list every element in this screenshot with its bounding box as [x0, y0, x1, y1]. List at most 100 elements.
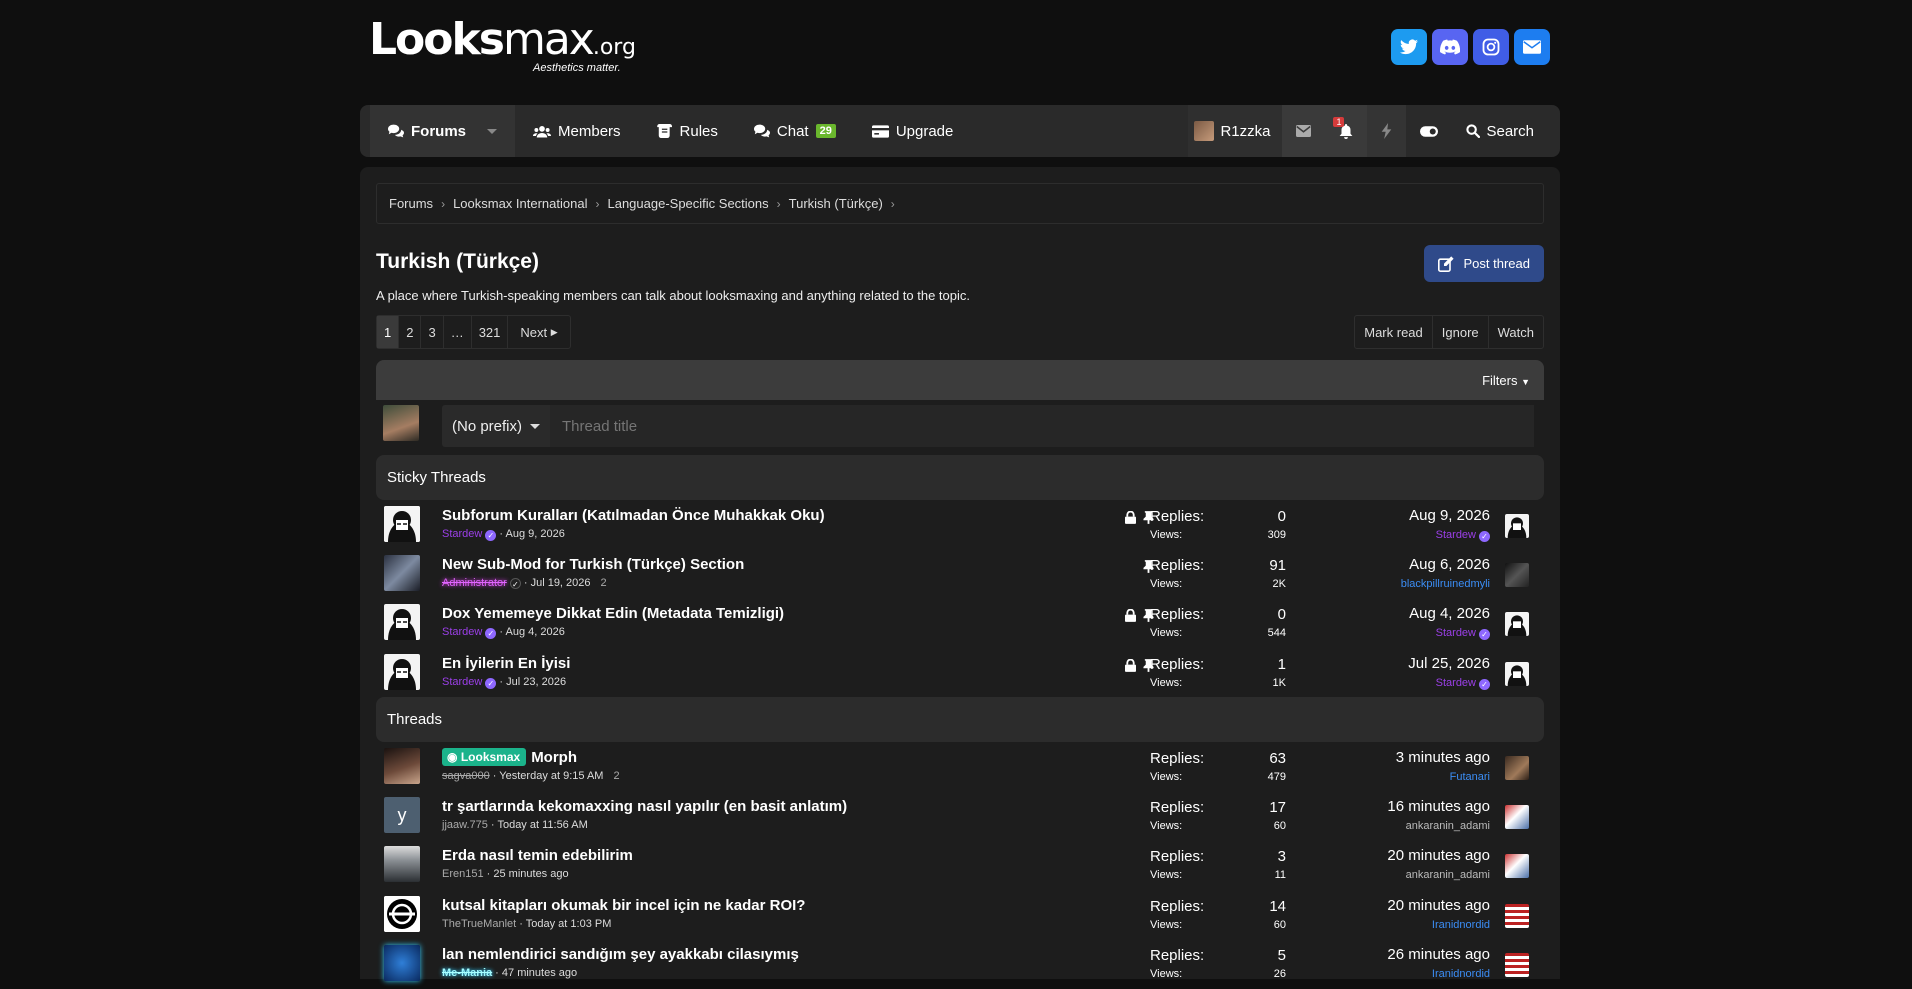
avatar[interactable]: [384, 555, 420, 592]
nav-members[interactable]: Members: [515, 105, 639, 157]
ignore-button[interactable]: Ignore: [1433, 316, 1489, 348]
thread-author[interactable]: TheTrueManlet: [442, 918, 516, 930]
avatar[interactable]: [384, 944, 420, 981]
alerts-button[interactable]: 1: [1325, 105, 1368, 157]
last-poster[interactable]: Stardew: [1436, 627, 1476, 639]
page-ellipsis[interactable]: …: [444, 316, 472, 348]
thread-page-count[interactable]: 2: [613, 770, 619, 782]
thread-author[interactable]: Stardew: [442, 528, 482, 540]
thread-meta: Stardew ✓ · Aug 9, 2026: [442, 528, 565, 541]
last-poster[interactable]: Futanari: [1450, 771, 1490, 783]
avatar[interactable]: [384, 748, 420, 784]
avatar[interactable]: [384, 653, 420, 690]
thread-title-link[interactable]: tr şartlarında kekomaxxing nasıl yapılır…: [442, 798, 847, 815]
page-last[interactable]: 321: [472, 316, 509, 348]
thread-author[interactable]: Administrator: [442, 577, 507, 589]
whats-new-button[interactable]: [1367, 105, 1407, 157]
thread-author[interactable]: Stardew: [442, 626, 482, 638]
views-count: 11: [1274, 869, 1286, 882]
last-post-date[interactable]: Jul 25, 2026: [1408, 655, 1490, 672]
nav-forums[interactable]: Forums: [370, 105, 516, 157]
last-poster[interactable]: blackpillruinedmyli: [1401, 578, 1490, 590]
last-poster[interactable]: Iranidnordid: [1432, 919, 1490, 931]
thread-author[interactable]: Me-Mania: [442, 967, 492, 979]
thread-title-link[interactable]: Dox Yememeye Dikkat Edin (Metadata Temiz…: [442, 605, 784, 622]
last-post-date[interactable]: 20 minutes ago: [1387, 897, 1490, 914]
mark-read-button[interactable]: Mark read: [1355, 316, 1433, 348]
avatar[interactable]: [1505, 854, 1529, 879]
breadcrumb-forums[interactable]: Forums: [389, 196, 433, 211]
nav-upgrade[interactable]: Upgrade: [854, 105, 972, 157]
thread-title-link[interactable]: Subforum Kuralları (Katılmadan Önce Muha…: [442, 507, 825, 524]
sticky-threads-header: Sticky Threads: [376, 455, 1544, 500]
avatar[interactable]: y: [384, 797, 420, 834]
avatar[interactable]: [1505, 756, 1529, 780]
last-poster[interactable]: ankaranin_adami: [1406, 869, 1490, 881]
avatar[interactable]: [1505, 514, 1529, 538]
site-logo[interactable]: Looksmax.org Aesthetics matter.: [369, 18, 636, 75]
style-toggle[interactable]: [1406, 105, 1452, 157]
nav-rules[interactable]: Rules: [639, 105, 736, 157]
last-post-date[interactable]: 3 minutes ago: [1396, 749, 1490, 766]
account-menu[interactable]: R1zzka: [1188, 105, 1283, 157]
thread-title-link[interactable]: En İyilerin En İyisi: [442, 655, 570, 672]
breadcrumb-turkish[interactable]: Turkish (Türkçe): [789, 196, 883, 211]
last-post-date[interactable]: Aug 4, 2026: [1409, 605, 1490, 622]
avatar[interactable]: [384, 895, 420, 932]
last-post-date[interactable]: 16 minutes ago: [1387, 798, 1490, 815]
page-next[interactable]: Next ▶: [508, 316, 569, 348]
last-poster[interactable]: Stardew: [1436, 529, 1476, 541]
avatar[interactable]: [1505, 661, 1529, 686]
avatar[interactable]: [1505, 903, 1529, 928]
avatar[interactable]: [1505, 563, 1529, 588]
avatar[interactable]: [1505, 952, 1529, 977]
thread-title-link[interactable]: Morph: [531, 749, 577, 766]
thread-title-link[interactable]: Erda nasıl temin edebilirim: [442, 847, 633, 864]
thread-title-link[interactable]: lan nemlendirici sandığım şey ayakkabı c…: [442, 946, 799, 963]
last-poster[interactable]: Iranidnordid: [1432, 968, 1490, 980]
last-post-date[interactable]: Aug 9, 2026: [1409, 507, 1490, 524]
twitter-icon[interactable]: [1391, 29, 1427, 65]
thread-title-link[interactable]: kutsal kitapları okumak bir incel için n…: [442, 897, 805, 914]
thread-meta: Administrator ✓ · Jul 19, 2026 2: [442, 577, 607, 590]
last-post-date[interactable]: 20 minutes ago: [1387, 847, 1490, 864]
nav-chat[interactable]: Chat 29: [736, 105, 854, 157]
page-1[interactable]: 1: [377, 316, 400, 348]
mail-icon[interactable]: [1514, 29, 1550, 65]
thread-author[interactable]: sagva000: [442, 770, 490, 782]
thread-prefix-label[interactable]: ◉ Looksmax: [442, 748, 527, 766]
thread-title-link[interactable]: New Sub-Mod for Turkish (Türkçe) Section: [442, 556, 744, 573]
thread-author[interactable]: Eren151: [442, 868, 484, 880]
last-poster[interactable]: ankaranin_adami: [1406, 820, 1490, 832]
thread-author[interactable]: Stardew: [442, 676, 482, 688]
thread-author[interactable]: jjaaw.775: [442, 819, 488, 831]
avatar[interactable]: [384, 846, 420, 883]
last-post-date[interactable]: Aug 6, 2026: [1409, 556, 1490, 573]
avatar[interactable]: [384, 506, 420, 542]
page-2[interactable]: 2: [399, 316, 422, 348]
post-thread-button[interactable]: Post thread: [1423, 245, 1544, 282]
discord-icon[interactable]: [1432, 29, 1468, 65]
replies-count: 0: [1277, 508, 1286, 525]
watch-button[interactable]: Watch: [1489, 316, 1543, 348]
breadcrumb-looksmax-international[interactable]: Looksmax International: [453, 196, 587, 211]
conversations-button[interactable]: [1282, 105, 1326, 157]
search-button[interactable]: Search: [1452, 105, 1560, 157]
page-3[interactable]: 3: [421, 316, 444, 348]
chevron-down-icon[interactable]: [487, 128, 498, 134]
last-poster[interactable]: Stardew: [1436, 677, 1476, 689]
avatar[interactable]: [1505, 805, 1529, 830]
thread-date: Aug 9, 2026: [505, 528, 565, 540]
avatar[interactable]: [1505, 612, 1529, 637]
filters-button[interactable]: Filters ▼: [1482, 373, 1530, 388]
filters-label: Filters: [1482, 373, 1518, 388]
replies-label: Replies:: [1150, 606, 1205, 624]
social-links: [1391, 29, 1550, 65]
avatar[interactable]: [384, 604, 420, 641]
instagram-icon[interactable]: [1473, 29, 1509, 65]
thread-page-count[interactable]: 2: [601, 577, 607, 589]
prefix-select[interactable]: (No prefix): [442, 405, 550, 447]
last-post-date[interactable]: 26 minutes ago: [1387, 946, 1490, 963]
thread-title-input[interactable]: [550, 405, 1534, 447]
breadcrumb-language-specific[interactable]: Language-Specific Sections: [607, 196, 768, 211]
